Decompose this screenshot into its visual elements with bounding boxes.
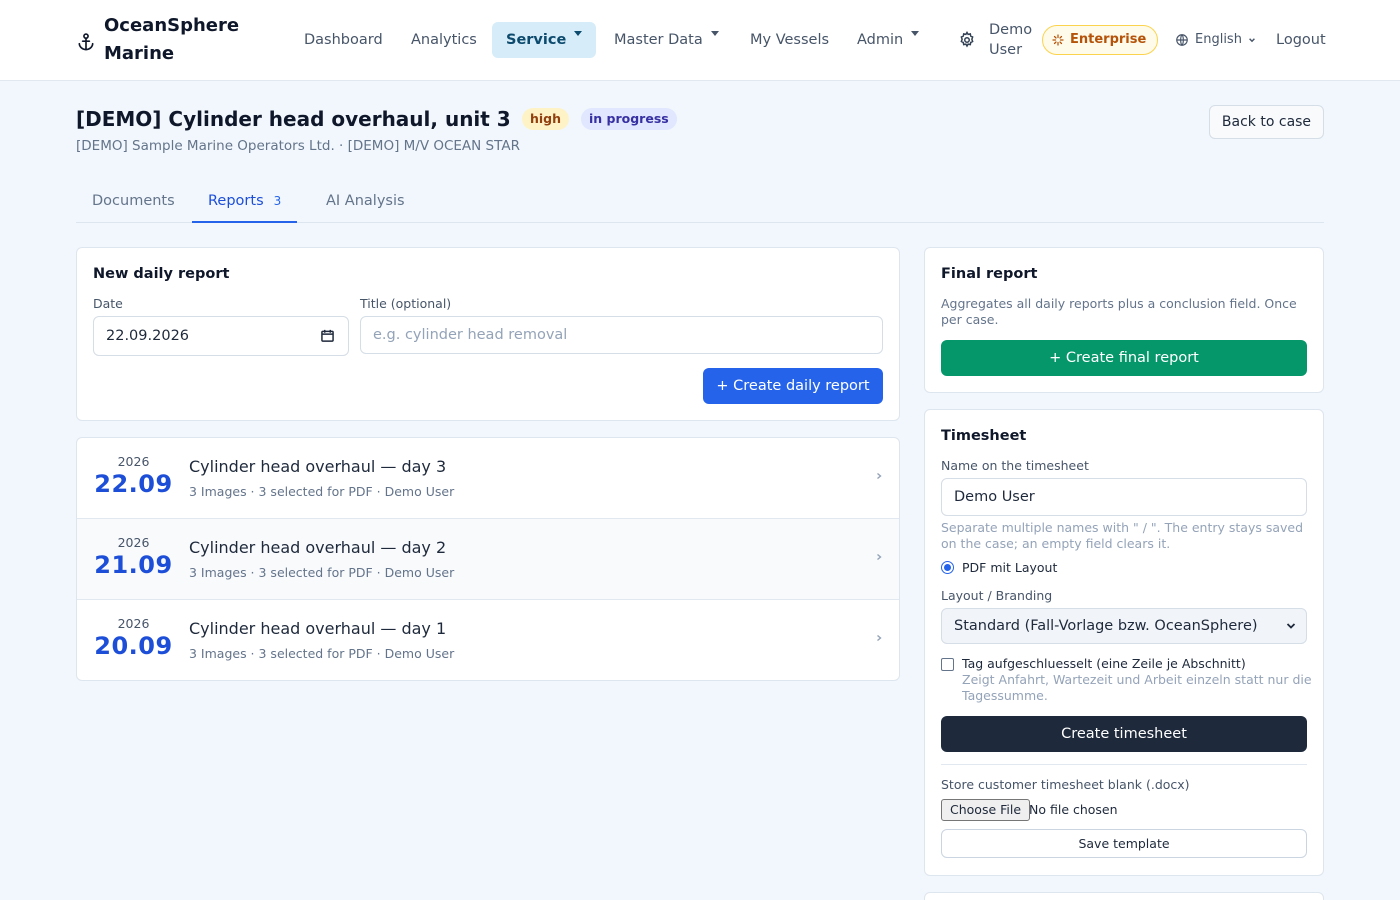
language-selector[interactable]: English: [1175, 30, 1256, 50]
file-status: No file chosen: [1029, 802, 1118, 817]
report-year: 2026: [117, 616, 150, 631]
daily-report-list: 2026 22.09 Cylinder head overhaul — day …: [76, 437, 900, 681]
nav-my-vessels[interactable]: My Vessels: [736, 22, 843, 58]
day-breakdown-help: Zeigt Anfahrt, Wartezeit und Arbeit einz…: [962, 672, 1312, 703]
brand-name: OceanSphere Marine: [104, 15, 240, 64]
report-day: 22.09: [94, 470, 173, 498]
back-to-case-button[interactable]: Back to case: [1209, 105, 1324, 139]
final-report-title: Final report: [941, 266, 1038, 282]
tab-ai-analysis-label: AI Analysis: [326, 193, 405, 209]
title-label: Title (optional): [360, 296, 452, 311]
new-daily-report-card: New daily report Date 22.09.2026 Title (…: [76, 247, 900, 421]
report-day: 20.09: [94, 632, 173, 660]
report-title: Cylinder head overhaul — day 3: [189, 457, 447, 476]
nav-dashboard-label: Dashboard: [304, 32, 383, 48]
title-input[interactable]: e.g. cylinder head removal: [360, 316, 883, 354]
language-label: English: [1195, 32, 1242, 47]
case-subtitle: [DEMO] Sample Marine Operators Ltd. · [D…: [76, 138, 520, 154]
anchor-icon: [78, 33, 94, 51]
day-breakdown-checkbox[interactable]: [941, 658, 954, 671]
create-timesheet-button[interactable]: Create timesheet: [941, 716, 1307, 752]
nav-master-data[interactable]: Master Data: [600, 22, 733, 58]
tab-reports-count: 3: [273, 194, 282, 208]
timesheet-name-input[interactable]: Demo User: [941, 478, 1307, 516]
nav-service[interactable]: Service: [492, 22, 596, 58]
nav-master-data-label: Master Data: [614, 32, 703, 48]
date-input[interactable]: 22.09.2026: [93, 316, 349, 356]
nav-admin-label: Admin: [857, 32, 904, 48]
user-name[interactable]: Demo User: [989, 20, 1037, 60]
sparkle-icon: [1052, 34, 1064, 46]
top-navbar: OceanSphere Marine Dashboard Analytics S…: [0, 0, 1400, 81]
tab-reports-label: Reports: [208, 193, 264, 209]
nav-admin[interactable]: Admin: [843, 22, 933, 58]
report-meta: 3 Images · 3 selected for PDF · Demo Use…: [189, 646, 455, 661]
tab-bar: Documents Reports 3 AI Analysis: [76, 181, 1324, 223]
tab-documents-label: Documents: [92, 193, 175, 209]
priority-badge: high: [522, 108, 570, 130]
chevron-down-icon: [911, 31, 920, 36]
chevron-down-icon: [574, 31, 583, 36]
date-value: 22.09.2026: [106, 328, 190, 344]
radio-selected[interactable]: [941, 561, 954, 574]
chevron-down-icon: [1286, 623, 1296, 629]
plan-badge: Enterprise: [1042, 25, 1159, 55]
report-year: 2026: [117, 454, 150, 469]
tab-reports[interactable]: Reports 3: [192, 181, 298, 223]
layout-select-value: Standard (Fall-Vorlage bzw. OceanSphere): [954, 618, 1258, 634]
list-item[interactable]: 2026 20.09 Cylinder head overhaul — day …: [77, 600, 899, 680]
chevron-down-icon: [710, 31, 719, 36]
next-card: [924, 892, 1324, 900]
new-daily-report-title: New daily report: [93, 266, 230, 282]
timesheet-name-help: Separate multiple names with " / ". The …: [941, 520, 1304, 551]
report-day: 21.09: [94, 551, 173, 579]
brand[interactable]: OceanSphere Marine: [76, 12, 244, 68]
nav-dashboard[interactable]: Dashboard: [290, 22, 397, 58]
nav-analytics[interactable]: Analytics: [397, 22, 491, 58]
calendar-icon[interactable]: [321, 329, 334, 342]
tab-ai-analysis[interactable]: AI Analysis: [310, 181, 421, 223]
final-report-description: Aggregates all daily reports plus a conc…: [941, 296, 1297, 327]
chevron-right-icon: [877, 472, 882, 480]
final-report-card: Final report Aggregates all daily report…: [924, 247, 1324, 393]
pdf-layout-radio[interactable]: PDF mit Layout: [941, 560, 1057, 575]
list-item[interactable]: 2026 21.09 Cylinder head overhaul — day …: [77, 519, 899, 600]
save-template-button[interactable]: Save template: [941, 829, 1307, 858]
template-label: Store customer timesheet blank (.docx): [941, 777, 1190, 792]
create-daily-report-button[interactable]: + Create daily report: [703, 368, 883, 404]
logout-link[interactable]: Logout: [1276, 30, 1326, 50]
create-final-report-button[interactable]: + Create final report: [941, 340, 1307, 376]
timesheet-name-label: Name on the timesheet: [941, 458, 1089, 473]
report-year: 2026: [117, 535, 150, 550]
report-title: Cylinder head overhaul — day 2: [189, 538, 447, 557]
chevron-down-icon: [1249, 38, 1255, 43]
globe-icon: [1176, 34, 1188, 46]
chevron-right-icon: [877, 634, 882, 642]
choose-file-button[interactable]: Choose File: [941, 799, 1031, 821]
layout-select[interactable]: Standard (Fall-Vorlage bzw. OceanSphere): [941, 608, 1307, 644]
pdf-layout-label: PDF mit Layout: [962, 560, 1058, 575]
list-item[interactable]: 2026 22.09 Cylinder head overhaul — day …: [77, 438, 899, 519]
day-breakdown-label: Tag aufgeschluesselt (eine Zeile je Absc…: [962, 656, 1246, 671]
chevron-right-icon: [877, 553, 882, 561]
nav-analytics-label: Analytics: [411, 32, 477, 48]
divider: [941, 764, 1307, 765]
page-title: [DEMO] Cylinder head overhaul, unit 3: [76, 107, 511, 131]
report-title: Cylinder head overhaul — day 1: [189, 619, 447, 638]
nav-my-vessels-label: My Vessels: [750, 32, 830, 48]
layout-label: Layout / Branding: [941, 588, 1053, 603]
date-label: Date: [93, 296, 123, 311]
status-badge: in progress: [581, 108, 677, 130]
tab-documents[interactable]: Documents: [76, 181, 191, 223]
plan-label: Enterprise: [1070, 32, 1147, 47]
report-meta: 3 Images · 3 selected for PDF · Demo Use…: [189, 565, 455, 580]
report-meta: 3 Images · 3 selected for PDF · Demo Use…: [189, 484, 455, 499]
nav-service-label: Service: [506, 32, 567, 48]
timesheet-title: Timesheet: [941, 428, 1027, 444]
timesheet-card: Timesheet Name on the timesheet Demo Use…: [924, 409, 1324, 876]
gear-icon[interactable]: [958, 31, 976, 49]
